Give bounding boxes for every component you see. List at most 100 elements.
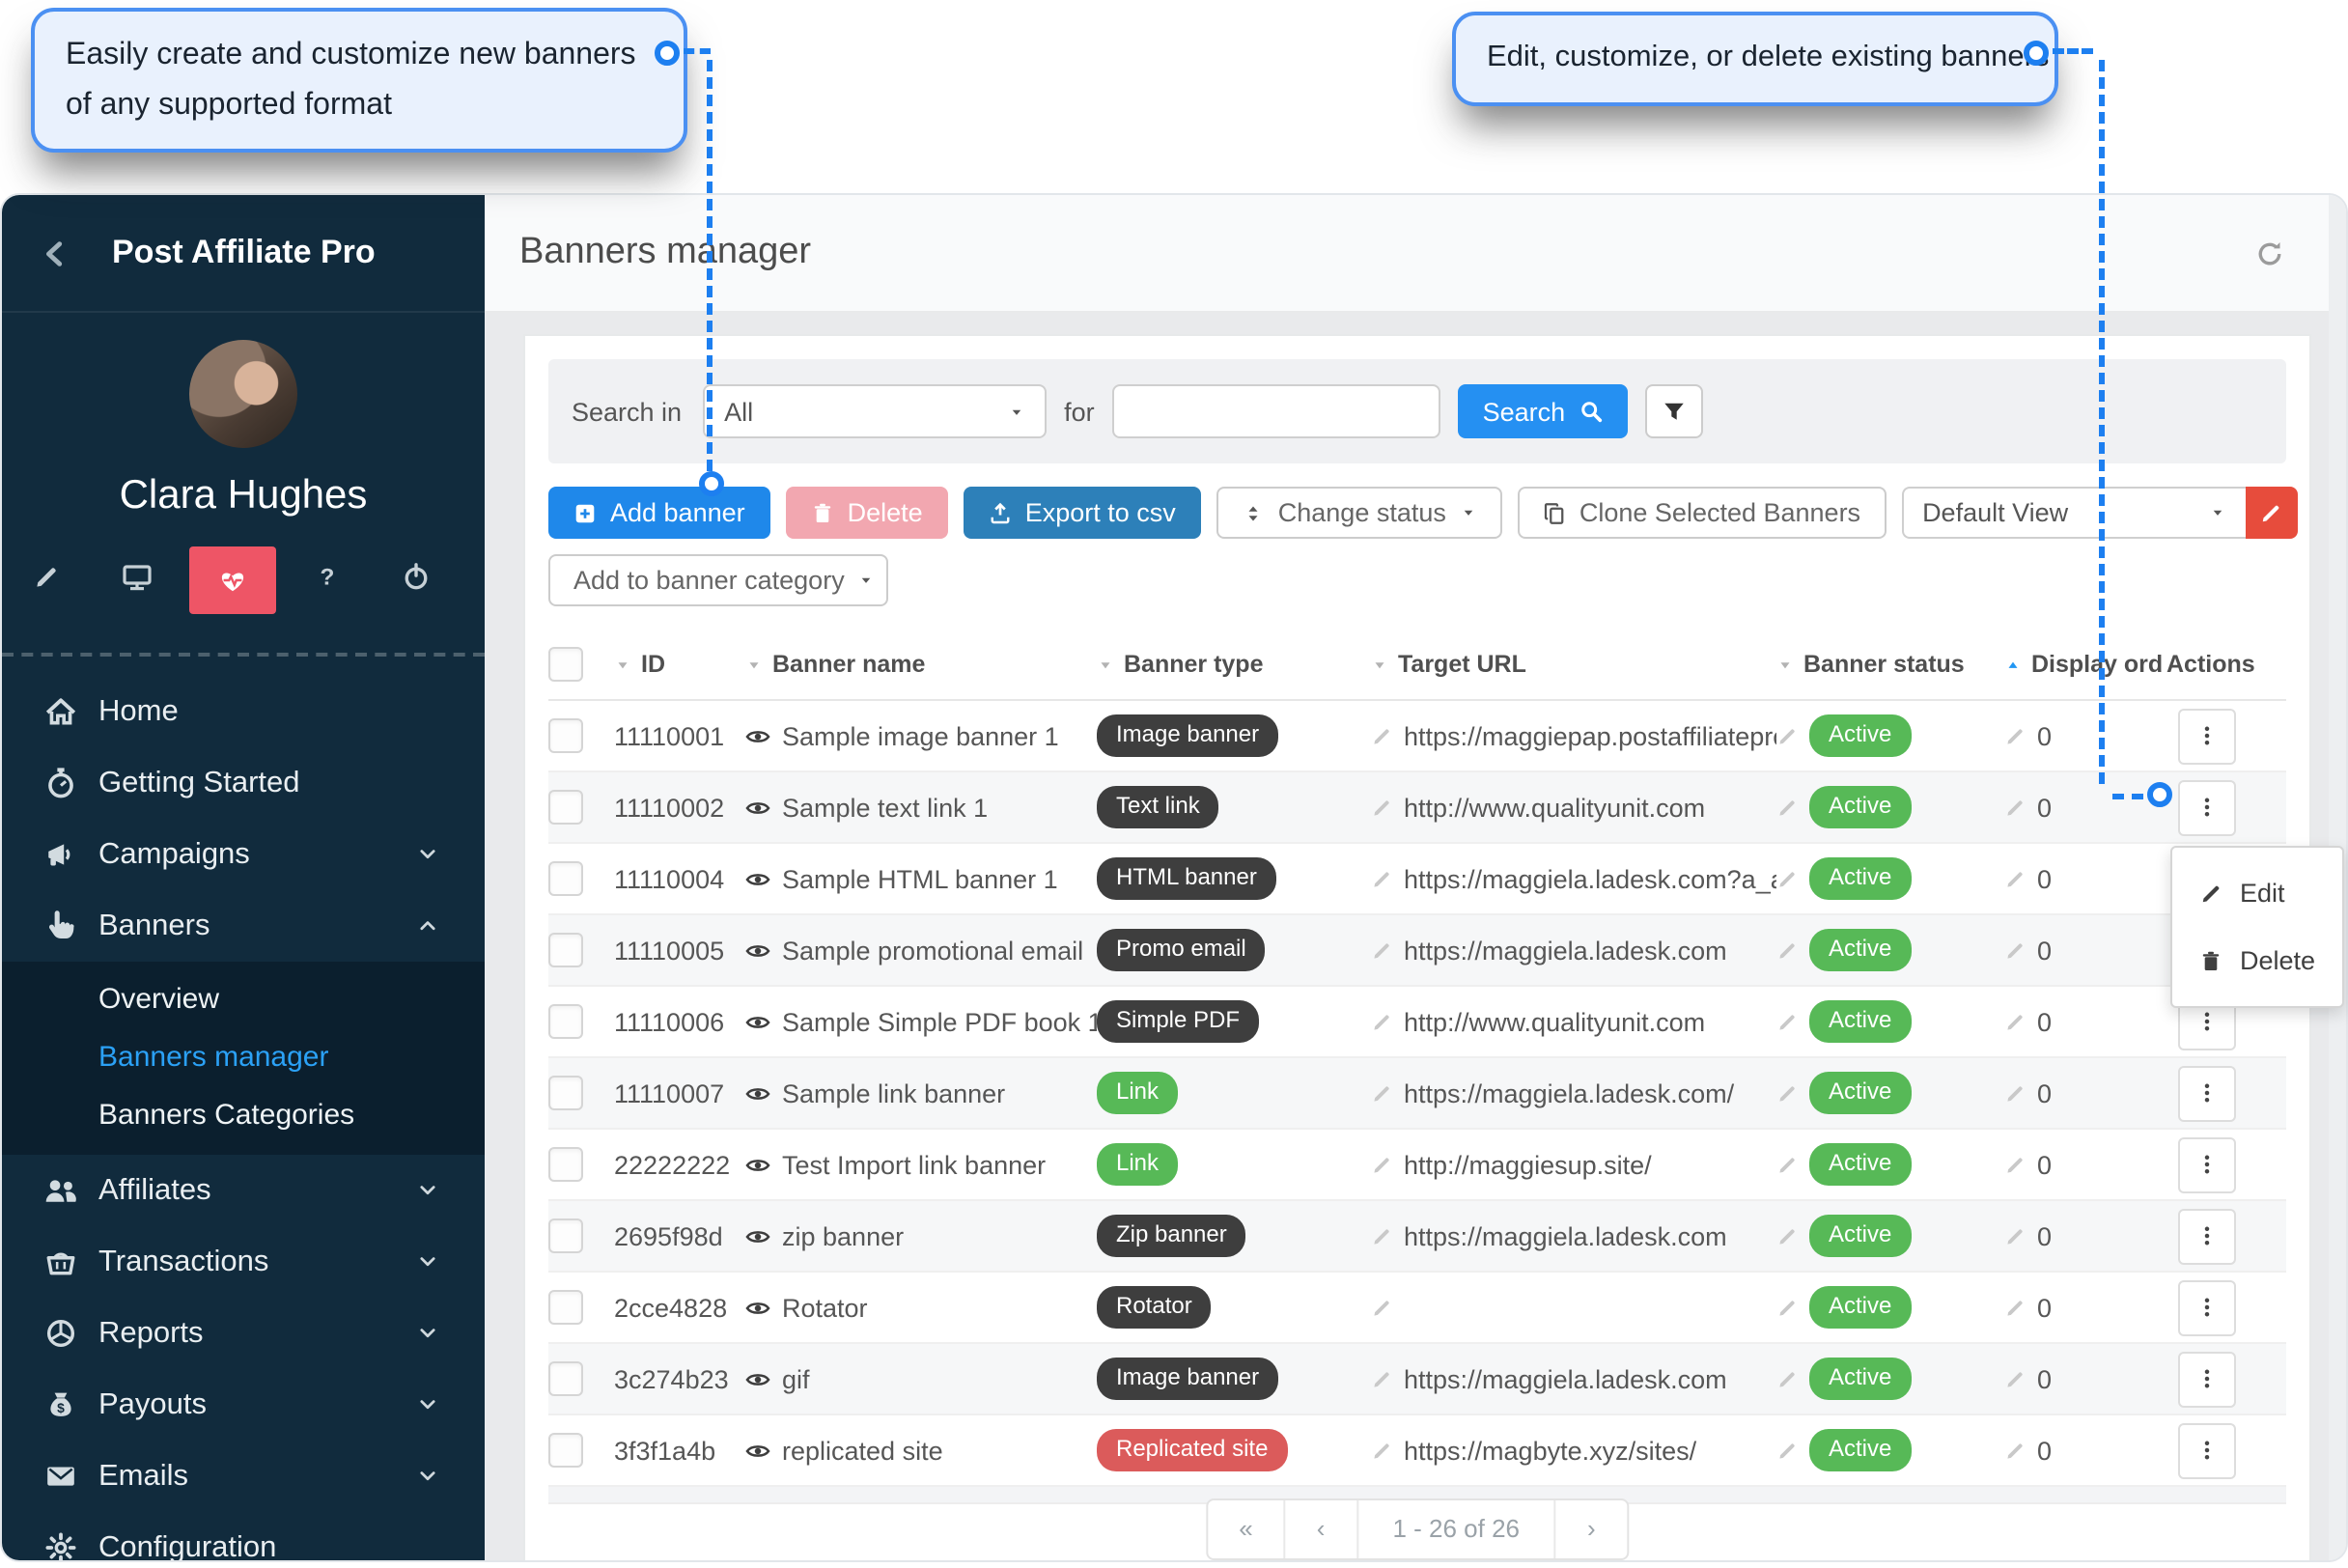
sidebar-item-transactions[interactable]: Transactions (2, 1226, 485, 1298)
heartbeat-button[interactable] (189, 546, 276, 614)
help-icon[interactable]: ? (313, 562, 342, 591)
inline-edit-pencil-icon[interactable] (2004, 725, 2026, 746)
inline-edit-pencil-icon[interactable] (1776, 725, 1798, 746)
column-header-display-ord[interactable]: Display ord (2004, 651, 2166, 678)
sidebar-subitem-banners-categories[interactable]: Banners Categories (2, 1087, 485, 1145)
logout-icon[interactable] (402, 562, 431, 591)
row-checkbox[interactable] (548, 1433, 583, 1468)
sidebar-subitem-banners-manager[interactable]: Banners manager (2, 1029, 485, 1087)
select-all-checkbox[interactable] (548, 647, 583, 682)
row-checkbox[interactable] (548, 1076, 583, 1110)
eye-icon[interactable] (745, 866, 770, 891)
eye-icon[interactable] (745, 723, 770, 748)
inline-edit-pencil-icon[interactable] (1371, 1297, 1392, 1318)
row-checkbox[interactable] (548, 1361, 583, 1396)
inline-edit-pencil-icon[interactable] (2004, 1368, 2026, 1389)
sidebar-item-campaigns[interactable]: Campaigns (2, 819, 485, 890)
inline-edit-pencil-icon[interactable] (2004, 1297, 2026, 1318)
pagination-next-button[interactable]: › (1554, 1500, 1627, 1558)
column-header-id[interactable]: ID (614, 651, 745, 678)
inline-edit-pencil-icon[interactable] (2004, 1082, 2026, 1104)
inline-edit-pencil-icon[interactable] (1371, 1368, 1392, 1389)
row-actions-button[interactable] (2178, 1422, 2236, 1478)
inline-edit-pencil-icon[interactable] (1371, 1440, 1392, 1461)
eye-icon[interactable] (745, 1009, 770, 1034)
sidebar-item-reports[interactable]: Reports (2, 1298, 485, 1369)
change-status-button[interactable]: Change status (1216, 487, 1502, 539)
eye-icon[interactable] (745, 1295, 770, 1320)
row-checkbox[interactable] (548, 1147, 583, 1182)
row-actions-button[interactable] (2178, 1065, 2236, 1121)
inline-edit-pencil-icon[interactable] (2004, 1440, 2026, 1461)
row-actions-button[interactable] (2178, 1208, 2236, 1264)
eye-icon[interactable] (745, 1438, 770, 1463)
row-actions-button[interactable] (2178, 1351, 2236, 1407)
menu-item-delete[interactable]: Delete (2172, 927, 2342, 994)
inline-edit-pencil-icon[interactable] (1371, 1154, 1392, 1175)
eye-icon[interactable] (745, 1152, 770, 1177)
sidebar-item-payouts[interactable]: $Payouts (2, 1369, 485, 1441)
sidebar-item-banners[interactable]: Banners (2, 890, 485, 962)
inline-edit-pencil-icon[interactable] (2004, 1154, 2026, 1175)
monitor-icon[interactable] (122, 562, 153, 593)
column-header-actions[interactable]: Actions (2166, 651, 2286, 678)
inline-edit-pencil-icon[interactable] (2004, 1011, 2026, 1032)
inline-edit-pencil-icon[interactable] (2004, 939, 2026, 961)
inline-edit-pencil-icon[interactable] (1776, 868, 1798, 889)
pagination-first-button[interactable]: « (1208, 1500, 1283, 1558)
inline-edit-pencil-icon[interactable] (1776, 939, 1798, 961)
edit-profile-icon[interactable] (33, 564, 60, 591)
row-checkbox[interactable] (548, 790, 583, 825)
column-header-banner-status[interactable]: Banner status (1776, 651, 2004, 678)
eye-icon[interactable] (745, 1366, 770, 1391)
inline-edit-pencil-icon[interactable] (1371, 1011, 1392, 1032)
filter-button[interactable] (1644, 384, 1702, 438)
row-actions-button[interactable] (2178, 1136, 2236, 1192)
inline-edit-pencil-icon[interactable] (1776, 1154, 1798, 1175)
inline-edit-pencil-icon[interactable] (1776, 1368, 1798, 1389)
inline-edit-pencil-icon[interactable] (1371, 939, 1392, 961)
inline-edit-pencil-icon[interactable] (2004, 797, 2026, 818)
eye-icon[interactable] (745, 795, 770, 820)
inline-edit-pencil-icon[interactable] (2004, 1225, 2026, 1246)
row-checkbox[interactable] (548, 861, 583, 896)
row-checkbox[interactable] (548, 1290, 583, 1325)
add-to-category-button[interactable]: Add to banner category (548, 554, 888, 606)
inline-edit-pencil-icon[interactable] (1776, 1297, 1798, 1318)
eye-icon[interactable] (745, 1080, 770, 1106)
refresh-icon[interactable] (2255, 238, 2284, 267)
sidebar-item-configuration[interactable]: Configuration (2, 1512, 485, 1562)
collapse-sidebar-icon[interactable] (41, 238, 70, 267)
row-checkbox[interactable] (548, 933, 583, 967)
inline-edit-pencil-icon[interactable] (1776, 1225, 1798, 1246)
row-actions-button[interactable] (2178, 779, 2236, 835)
inline-edit-pencil-icon[interactable] (1371, 1225, 1392, 1246)
row-checkbox[interactable] (548, 1004, 583, 1039)
inline-edit-pencil-icon[interactable] (2004, 868, 2026, 889)
export-csv-button[interactable]: Export to csv (964, 487, 1201, 539)
sidebar-item-emails[interactable]: Emails (2, 1441, 485, 1512)
eye-icon[interactable] (745, 938, 770, 963)
inline-edit-pencil-icon[interactable] (1776, 1011, 1798, 1032)
inline-edit-pencil-icon[interactable] (1776, 1082, 1798, 1104)
row-checkbox[interactable] (548, 1218, 583, 1253)
sidebar-item-home[interactable]: Home (2, 676, 485, 747)
eye-icon[interactable] (745, 1223, 770, 1248)
inline-edit-pencil-icon[interactable] (1371, 1082, 1392, 1104)
sidebar-item-getting-started[interactable]: Getting Started (2, 747, 485, 819)
column-header-banner-name[interactable]: Banner name (745, 651, 1097, 678)
row-actions-button[interactable] (2178, 708, 2236, 764)
clone-selected-button[interactable]: Clone Selected Banners (1518, 487, 1886, 539)
inline-edit-pencil-icon[interactable] (1371, 797, 1392, 818)
add-banner-button[interactable]: Add banner (548, 487, 770, 539)
inline-edit-pencil-icon[interactable] (1776, 797, 1798, 818)
pagination-prev-button[interactable]: ‹ (1284, 1500, 1356, 1558)
column-header-target-url[interactable]: Target URL (1371, 651, 1776, 678)
delete-button[interactable]: Delete (786, 487, 948, 539)
search-button[interactable]: Search (1458, 384, 1628, 438)
inline-edit-pencil-icon[interactable] (1371, 725, 1392, 746)
menu-item-edit[interactable]: Edit (2172, 859, 2342, 927)
column-header-banner-type[interactable]: Banner type (1097, 651, 1371, 678)
row-actions-button[interactable] (2178, 1279, 2236, 1335)
search-in-select[interactable]: All (703, 384, 1047, 438)
